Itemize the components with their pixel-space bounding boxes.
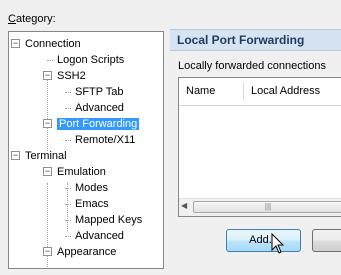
tree-line <box>65 236 71 237</box>
tree-item-advanced[interactable]: Advanced <box>65 100 124 116</box>
column-headers: Name Local Address <box>179 78 341 106</box>
tree-item-sftp-tab[interactable]: SFTP Tab <box>65 84 124 100</box>
tree-line <box>65 204 71 205</box>
tree-item-mapped-keys[interactable]: Mapped Keys <box>65 212 143 228</box>
tree-item-label: Advanced <box>75 102 124 114</box>
tree-item-port-forwarding[interactable]: − Port Forwarding <box>43 116 140 132</box>
tree-item-logon-scripts[interactable]: Logon Scripts <box>47 52 125 68</box>
tree-item-label-selected: Port Forwarding <box>57 118 140 130</box>
scroll-left-arrow-icon[interactable]: ◀ <box>181 201 187 210</box>
column-header-local-address[interactable]: Local Address <box>244 78 320 105</box>
tree-item-advanced-terminal[interactable]: Advanced <box>65 228 124 244</box>
tree-item-label: Advanced <box>75 230 124 242</box>
collapse-icon[interactable]: − <box>43 167 52 176</box>
panel-title: Local Port Forwarding <box>170 29 341 51</box>
collapse-icon[interactable]: − <box>43 71 52 80</box>
tree-item-label: Terminal <box>25 150 67 162</box>
horizontal-scrollbar[interactable]: ◀ ||| <box>179 198 341 216</box>
column-header-name[interactable]: Name <box>179 78 215 105</box>
tree-line <box>65 140 71 141</box>
tree-item-emacs[interactable]: Emacs <box>65 196 109 212</box>
tree-line <box>65 188 71 189</box>
tree-item-appearance[interactable]: − Appearance <box>43 244 116 260</box>
tree-item-label: Modes <box>75 182 109 194</box>
forwarded-connections-list[interactable]: Name Local Address ◀ ||| <box>178 77 341 217</box>
edit-button[interactable] <box>312 229 341 252</box>
tree-item-label: SFTP Tab <box>75 86 124 98</box>
collapse-icon[interactable]: − <box>11 151 20 160</box>
mouse-pointer-icon <box>271 233 285 254</box>
tree-item-remote-x11[interactable]: Remote/X11 <box>65 132 136 148</box>
tree-line <box>65 220 71 221</box>
tree-item-label: Remote/X11 <box>75 134 136 146</box>
tree-item-label: SSH2 <box>57 70 86 82</box>
scroll-thumb[interactable]: ||| <box>193 201 341 213</box>
category-tree[interactable]: − Connection Logon Scripts − SSH2 SFTP T… <box>8 31 164 269</box>
collapse-icon[interactable]: − <box>11 39 20 48</box>
collapse-icon[interactable]: − <box>43 247 52 256</box>
tree-item-label: Emacs <box>75 198 109 210</box>
tree-item-label: Logon Scripts <box>57 54 125 66</box>
tree-item-emulation[interactable]: − Emulation <box>43 164 106 180</box>
tree-item-label: Connection <box>25 38 81 50</box>
tree-item-terminal[interactable]: − Terminal <box>11 148 67 164</box>
tree-line <box>65 108 71 109</box>
category-label: Category: <box>8 13 56 25</box>
list-label: Locally forwarded connections <box>178 60 326 72</box>
grip-icon: ||| <box>264 202 272 211</box>
tree-item-label: Mapped Keys <box>75 214 143 226</box>
tree-item-label: Appearance <box>57 246 117 258</box>
tree-line <box>65 92 71 93</box>
tree-item-label: Emulation <box>57 166 106 178</box>
collapse-icon[interactable]: − <box>43 119 52 128</box>
tree-item-connection[interactable]: − Connection <box>11 36 81 52</box>
tree-line <box>47 60 53 61</box>
tree-item-modes[interactable]: Modes <box>65 180 109 196</box>
tree-item-ssh2[interactable]: − SSH2 <box>43 68 86 84</box>
add-button[interactable]: Add... <box>226 229 301 252</box>
